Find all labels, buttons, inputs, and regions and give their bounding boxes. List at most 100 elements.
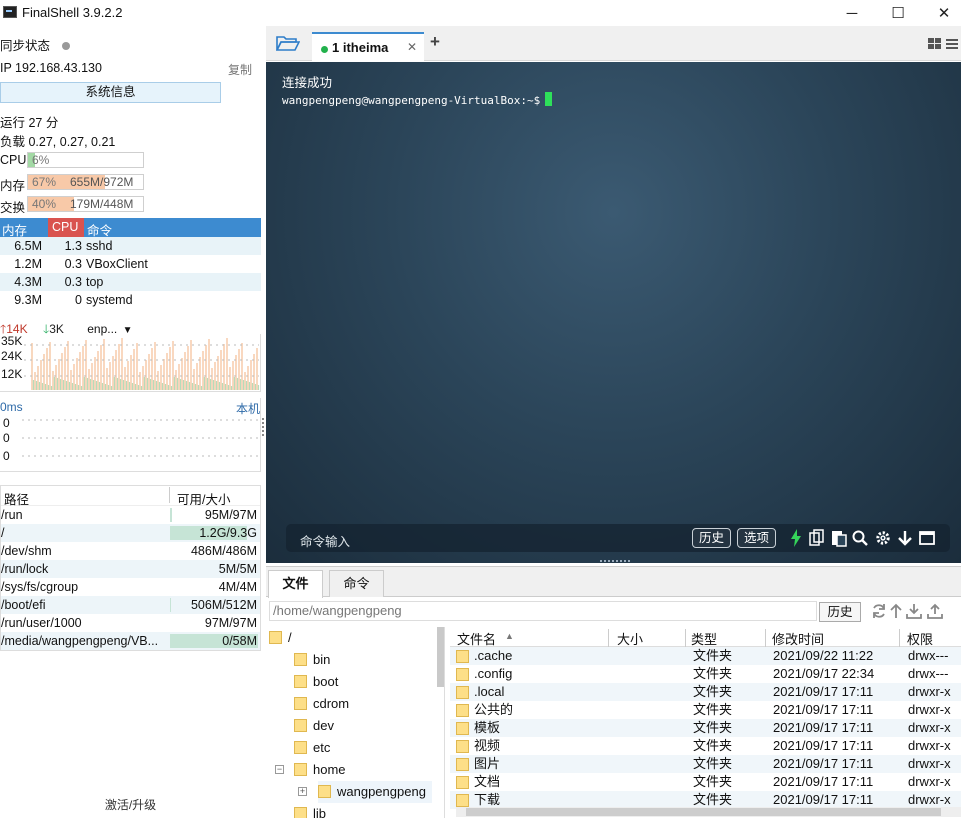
- close-button[interactable]: ✕: [921, 0, 961, 26]
- disk-usage-bar: [170, 598, 171, 612]
- command-bar: 命令输入 历史 选项: [286, 524, 950, 552]
- gear-icon[interactable]: [875, 529, 891, 547]
- path-input[interactable]: /home/wangpengpeng: [269, 601, 817, 621]
- disk-row[interactable]: /run/lock 5M/5M: [1, 560, 260, 578]
- file-mtime: 2021/09/17 17:11: [773, 756, 874, 771]
- tree-node[interactable]: etc: [294, 737, 330, 759]
- server-monitor-panel: 同步状态 IP 192.168.43.130 复制 系统信息 运行 27 分 负…: [0, 26, 264, 817]
- refresh-icon[interactable]: [871, 603, 887, 619]
- folder-icon: [456, 740, 469, 753]
- system-info-button[interactable]: 系统信息: [0, 82, 221, 103]
- splitter-handle[interactable]: [600, 560, 630, 562]
- col-size-header[interactable]: 大小: [617, 629, 643, 648]
- file-manager-panel: 文件 命令 /home/wangpengpeng 历史 / bin boot cdro…: [266, 566, 961, 818]
- proc-cmd: sshd: [86, 239, 113, 253]
- tree-node[interactable]: dev: [294, 715, 334, 737]
- tree-node[interactable]: /: [269, 627, 292, 649]
- disk-size: 506M/512M: [190, 598, 257, 612]
- terminal-prompt: wangpengpeng@wangpengpeng-VirtualBox:~$: [282, 94, 541, 107]
- process-row[interactable]: 1.2M 0.3 VBoxClient: [0, 255, 261, 273]
- lightning-icon[interactable]: [791, 529, 801, 547]
- file-row[interactable]: 视频 文件夹 2021/09/17 17:11 drwxr-x: [450, 737, 961, 755]
- search-icon[interactable]: [852, 529, 868, 547]
- disk-row[interactable]: /boot/efi 506M/512M: [1, 596, 260, 614]
- file-row[interactable]: 文档 文件夹 2021/09/17 17:11 drwxr-x: [450, 773, 961, 791]
- scrollbar-thumb[interactable]: [466, 808, 941, 816]
- tree-node[interactable]: lib: [294, 803, 326, 818]
- up-directory-icon[interactable]: [890, 603, 902, 619]
- proc-cpu-header[interactable]: CPU: [48, 218, 84, 237]
- terminal[interactable]: 连接成功 wangpengpeng@wangpengpeng-VirtualBo…: [266, 62, 961, 563]
- tree-node[interactable]: home: [294, 759, 346, 781]
- disk-row[interactable]: /run 95M/97M: [1, 506, 260, 524]
- latency-grid: [22, 419, 258, 457]
- layout-grid-icon[interactable]: [928, 38, 958, 50]
- file-row[interactable]: .cache 文件夹 2021/09/22 11:22 drwx---: [450, 647, 961, 665]
- sort-asc-icon[interactable]: ▲: [505, 631, 514, 641]
- download-file-icon[interactable]: [906, 603, 922, 619]
- tree-node[interactable]: cdrom: [294, 693, 349, 715]
- terminal-cursor: [545, 92, 553, 106]
- tree-node[interactable]: bin: [294, 649, 330, 671]
- disk-row[interactable]: /dev/shm 486M/486M: [1, 542, 260, 560]
- file-row[interactable]: 公共的 文件夹 2021/09/17 17:11 drwxr-x: [450, 701, 961, 719]
- copy-icon[interactable]: [809, 529, 825, 547]
- history-button[interactable]: 历史: [692, 528, 732, 548]
- panel-resize-handle[interactable]: [262, 418, 265, 436]
- tree-node-label: cdrom: [313, 696, 350, 711]
- file-row[interactable]: .config 文件夹 2021/09/17 22:34 drwx---: [450, 665, 961, 683]
- swap-percent: 40%: [32, 197, 57, 211]
- process-row[interactable]: 6.5M 1.3 sshd: [0, 237, 261, 255]
- disk-row[interactable]: /sys/fs/cgroup 4M/4M: [1, 578, 260, 596]
- disk-row[interactable]: / 1.2G/9.3G: [1, 524, 260, 542]
- horizontal-scrollbar[interactable]: [456, 807, 961, 817]
- minimize-button[interactable]: ─: [829, 0, 875, 26]
- process-table-header: 内存 CPU 命令: [0, 218, 261, 238]
- activate-upgrade-link[interactable]: 激活/升级: [0, 796, 261, 813]
- disk-size: 97M/97M: [204, 616, 257, 630]
- command-input[interactable]: 命令输入: [300, 531, 350, 550]
- col-perm-header[interactable]: 权限: [907, 629, 933, 648]
- tab-session-label: 1 itheima: [332, 40, 389, 55]
- file-name: 图片: [474, 756, 501, 771]
- file-row[interactable]: .local 文件夹 2021/09/17 17:11 drwxr-x: [450, 683, 961, 701]
- process-row[interactable]: 9.3M 0 systemd: [0, 291, 261, 309]
- download-arrow-icon[interactable]: [897, 529, 913, 547]
- file-row[interactable]: 图片 文件夹 2021/09/17 17:11 drwxr-x: [450, 755, 961, 773]
- file-mtime: 2021/09/17 17:11: [773, 720, 874, 735]
- paste-icon[interactable]: [831, 529, 847, 547]
- expand-icon[interactable]: +: [298, 787, 307, 796]
- tree-node[interactable]: boot: [294, 671, 338, 693]
- upload-file-icon[interactable]: [927, 603, 943, 619]
- tab-files[interactable]: 文件: [268, 570, 323, 598]
- disk-row[interactable]: /run/user/1000 97M/97M: [1, 614, 260, 632]
- tree-scrollbar[interactable]: [437, 627, 444, 687]
- file-row[interactable]: 模板 文件夹 2021/09/17 17:11 drwxr-x: [450, 719, 961, 737]
- collapse-icon[interactable]: −: [275, 765, 284, 774]
- process-row[interactable]: 4.3M 0.3 top: [0, 273, 261, 291]
- maximize-button[interactable]: ☐: [875, 0, 921, 26]
- fullscreen-icon[interactable]: [919, 529, 935, 547]
- disk-row[interactable]: /media/wangpengpeng/VB... 0/58M: [1, 632, 260, 650]
- tab-session-1[interactable]: 1 itheima ✕: [312, 32, 424, 61]
- file-type: 文件夹: [693, 720, 733, 735]
- column-divider: [899, 629, 900, 647]
- folder-icon: [294, 675, 307, 688]
- close-tab-icon[interactable]: ✕: [407, 40, 417, 54]
- file-type: 文件夹: [693, 738, 733, 753]
- copy-ip-link[interactable]: 复制: [228, 61, 252, 78]
- add-tab-button[interactable]: +: [430, 32, 440, 52]
- tab-commands[interactable]: 命令: [329, 570, 384, 597]
- window-title: FinalShell 3.9.2.2: [22, 5, 123, 20]
- options-button[interactable]: 选项: [737, 528, 777, 548]
- folder-open-icon[interactable]: [276, 34, 300, 52]
- path-history-button[interactable]: 历史: [819, 602, 861, 622]
- col-name-header[interactable]: 文件名: [457, 629, 496, 648]
- tree-node[interactable]: wangpengpeng: [318, 781, 432, 803]
- file-name: 公共的: [474, 702, 514, 717]
- col-mtime-header[interactable]: 修改时间: [772, 629, 824, 648]
- file-mtime: 2021/09/17 17:11: [773, 774, 874, 789]
- uptime: 运行 27 分: [0, 116, 59, 130]
- col-type-header[interactable]: 类型: [691, 629, 717, 648]
- latency-host[interactable]: 本机: [236, 400, 260, 417]
